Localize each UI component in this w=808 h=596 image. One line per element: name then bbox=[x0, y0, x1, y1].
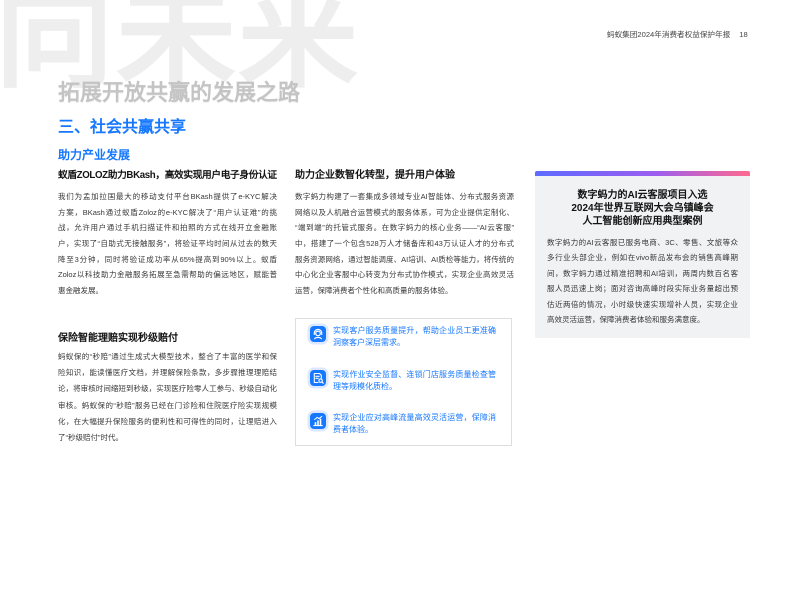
text-line: 论，将审核时间缩短到秒级，实现医疗险零人工参与、秒级自动化 bbox=[58, 384, 277, 394]
highlight-item: 实现客户服务质量提升，帮助企业员工更准确 洞察客户深层需求。 bbox=[296, 325, 511, 355]
text-line: 惠金融发展。 bbox=[58, 286, 103, 296]
text-line: 数字蚂力的AI云客服已服务电商、3C、零售、文旅等众 bbox=[547, 238, 738, 247]
text-line: 多行业头部企业，例如在vivo新品发布会的销售高峰期 bbox=[547, 253, 738, 263]
quality-inspection-icon bbox=[310, 370, 326, 386]
text-line: 服人员迅速上岗；面对咨询高峰时段实际业务量超出预 bbox=[547, 284, 738, 294]
report-title: 蚂蚁集团2024年消费者权益保护年报 bbox=[607, 30, 731, 39]
text-line: 险知识，能读懂医疗文档，并理解保险条款，多步骤推理理赔结 bbox=[58, 368, 277, 378]
text-line: 中心化企业客服中心转变为分布式协作模式，实现企业高效灵活 bbox=[295, 270, 514, 280]
section-title: 三、社会共赢共享 bbox=[58, 119, 187, 136]
panel-body: 数字蚂力的AI云客服已服务电商、3C、零售、文旅等众 多行业头部企业，例如在vi… bbox=[547, 235, 738, 327]
subsection-title: 助力产业发展 bbox=[58, 148, 131, 162]
case-body-digital-transformation: 数字蚂力构建了一套集成多领域专业AI智能体、分布式服务资源 网络以及人机融合运营… bbox=[295, 189, 514, 299]
highlight-text: 实现作业安全监督、连锁门店服务质量检查管 理等规模化质检。 bbox=[333, 369, 496, 393]
panel-title-line: 2024年世界互联网大会乌镇峰会 bbox=[571, 203, 714, 214]
text-line: 战，允许用户通过手机扫描证件和拍照的方式在线开立金融账 bbox=[58, 223, 277, 233]
text-line: 实现作业安全监督、连锁门店服务质量检查管 bbox=[333, 370, 496, 379]
text-line: 化，在大幅提升保险服务的便利性和可得性的同时，让理赔进入 bbox=[58, 416, 277, 426]
case-body-insurance: 蚂蚁保的“秒赔”通过生成式大模型技术，整合了丰富的医学和保 险知识，能读懂医疗文… bbox=[58, 349, 277, 446]
highlights-box: 实现客户服务质量提升，帮助企业员工更准确 洞察客户深层需求。 实现作业安全监督、… bbox=[295, 318, 512, 446]
text-line: 数字蚂力构建了一套集成多领域专业AI智能体、分布式服务资源 bbox=[295, 192, 514, 201]
text-line: 实现客户服务质量提升，帮助企业员工更准确 bbox=[333, 326, 496, 335]
report-page: 向未来 蚂蚁集团2024年消费者权益保护年报 18 拓展开放共赢的发展之路 三、… bbox=[0, 0, 808, 596]
highlight-item: 实现企业应对高峰流量高效灵活运营，保障消 费者体验。 bbox=[296, 412, 511, 442]
text-line: 估近两倍的情况，小时级快速实现增补人员，实现企业 bbox=[547, 299, 738, 309]
highlight-text: 实现客户服务质量提升，帮助企业员工更准确 洞察客户深层需求。 bbox=[333, 325, 496, 349]
text-line: 服务资源网络，通过智能调度、AI培训、AI质检等能力，将传统的 bbox=[295, 254, 514, 264]
page-number: 18 bbox=[739, 30, 748, 39]
text-line: 降至3分钟，同时将验证成功率从65%提高到90%以上。蚁盾 bbox=[58, 254, 277, 264]
text-line: Zoloz以科技助力金融服务拓展至急需帮助的偏远地区，赋能普 bbox=[58, 270, 277, 280]
text-line: 运营，保障消费者个性化和高质量的服务体验。 bbox=[295, 286, 453, 296]
text-line: 高效灵活运营，保障消费者体验和服务满意度。 bbox=[547, 314, 705, 324]
text-line: 了“秒级赔付”时代。 bbox=[58, 432, 123, 442]
text-line: 户，实现了“自助式无接触服务”，将验证平均时间从过去的数天 bbox=[58, 239, 277, 249]
chapter-title: 拓展开放共赢的发展之路 bbox=[58, 80, 301, 105]
featured-case-panel: 数字蚂力的AI云客服项目入选 2024年世界互联网大会乌镇峰会 人工智能创新应用… bbox=[535, 176, 750, 338]
flexible-operations-icon bbox=[310, 413, 326, 429]
highlight-item: 实现作业安全监督、连锁门店服务质量检查管 理等规模化质检。 bbox=[296, 369, 511, 399]
text-line: “端到端”的托管式服务。在数字蚂力的核心业务——“AI云客服” bbox=[295, 223, 514, 233]
text-line: 中，搭建了一个包含528万人才储备库和43万认证人才的分布式 bbox=[295, 239, 514, 249]
text-line: 实现企业应对高峰流量高效灵活运营，保障消 bbox=[333, 413, 496, 422]
case-body-bkash: 我们为孟加拉国最大的移动支付平台BKash提供了e-KYC解决 方案，BKash… bbox=[58, 189, 277, 299]
text-line: 费者体验。 bbox=[333, 425, 373, 434]
panel-title-line: 人工智能创新应用典型案例 bbox=[582, 216, 703, 227]
text-line: 理等规模化质检。 bbox=[333, 382, 397, 391]
text-line: 蚂蚁保的“秒赔”通过生成式大模型技术，整合了丰富的医学和保 bbox=[58, 352, 277, 361]
text-line: 洞察客户深层需求。 bbox=[333, 338, 405, 347]
panel-title: 数字蚂力的AI云客服项目入选 2024年世界互联网大会乌镇峰会 人工智能创新应用… bbox=[535, 189, 750, 228]
text-line: 审核。蚂蚁保的“秒赔”服务已经在门诊险和住院医疗险实现规模 bbox=[58, 400, 277, 410]
text-line: 方案，BKash通过蚁盾Zoloz的e-KYC解决了“用户认证难”的挑 bbox=[58, 207, 277, 217]
customer-service-icon bbox=[310, 326, 326, 342]
case-heading-bkash: 蚁盾ZOLOZ助力BKash，高效实现用户电子身份认证 bbox=[58, 170, 277, 181]
panel-title-line: 数字蚂力的AI云客服项目入选 bbox=[577, 190, 708, 201]
text-line: 我们为孟加拉国最大的移动支付平台BKash提供了e-KYC解决 bbox=[58, 192, 277, 201]
running-header: 蚂蚁集团2024年消费者权益保护年报 18 bbox=[607, 30, 748, 40]
case-heading-digital-transformation: 助力企业数智化转型，提升用户体验 bbox=[295, 170, 455, 181]
highlight-text: 实现企业应对高峰流量高效灵活运营，保障消 费者体验。 bbox=[333, 412, 496, 436]
text-line: 网络以及人机融合运营模式的服务体系，可为企业提供定制化、 bbox=[295, 207, 514, 217]
case-heading-insurance: 保险智能理赔实现秒级赔付 bbox=[58, 333, 178, 344]
text-line: 间，数字蚂力通过精准招聘和AI培训，两周内数百名客 bbox=[547, 268, 738, 278]
